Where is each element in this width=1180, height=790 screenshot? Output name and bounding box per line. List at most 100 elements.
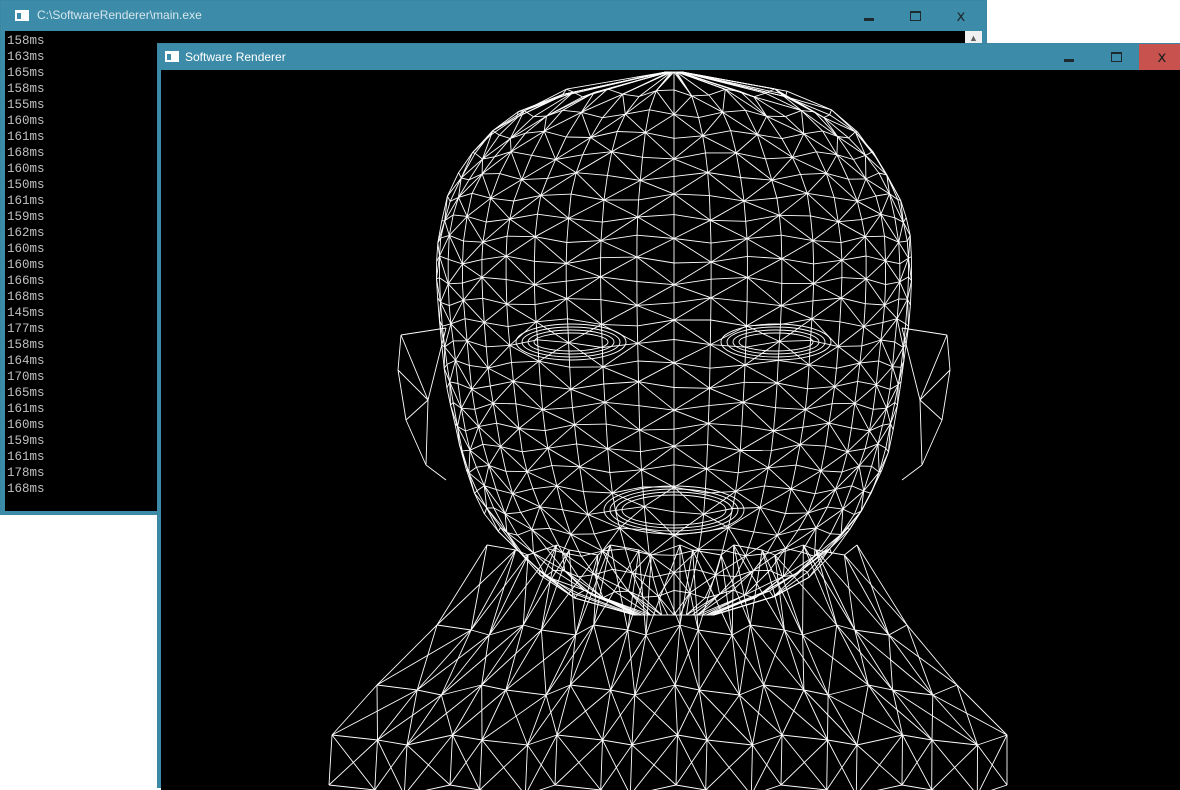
mesh-edge [605,402,640,430]
mesh-edge [674,298,711,303]
mesh-edge [674,96,692,115]
mesh-edge [711,262,747,277]
render-viewport[interactable] [161,70,1180,790]
mesh-edge [716,575,736,577]
console-line: 160ms [7,258,45,272]
maximize-button[interactable] [1093,44,1139,70]
mesh-edge [832,529,850,554]
maximize-button[interactable] [892,1,938,31]
mesh-edge [642,465,675,470]
console-line: 165ms [7,386,45,400]
mesh-edge [569,194,572,218]
mesh-edge [656,91,674,115]
mesh-edge [740,92,754,97]
mesh-edge [544,131,555,159]
mesh-edge [539,361,570,367]
mesh-edge [855,385,877,403]
mesh-edge [765,486,792,489]
mesh-edge [674,340,710,345]
mesh-edge [581,556,594,574]
mesh-edge [751,745,752,790]
mesh-edge [882,452,889,471]
mesh-edge [786,513,809,514]
console-line: 161ms [7,194,45,208]
mesh-edge [534,333,608,351]
mesh-edge [781,785,827,790]
mesh-edge [899,222,904,242]
mesh-edge [480,740,482,790]
mesh-edge [518,530,532,536]
mesh-edge [404,745,407,790]
mesh-edge [731,131,758,135]
mesh-edge [728,528,754,532]
console-line: 160ms [7,418,45,432]
mesh-edge [838,201,857,222]
mesh-edge [814,284,842,298]
minimize-button[interactable] [846,1,892,31]
mesh-edge [453,685,482,735]
minimize-button[interactable] [1046,44,1092,70]
mesh-edge [548,448,580,467]
mesh-edge [467,322,484,340]
mesh-edge [643,487,645,507]
close-button[interactable]: x [1139,44,1180,70]
mesh-edge [472,174,482,193]
mesh-edge [557,690,611,735]
mesh-edge [674,445,708,447]
mesh-edge [601,745,632,790]
mesh-edge [910,235,911,256]
mesh-edge [506,630,542,690]
mesh-edge [608,449,610,473]
render-window[interactable]: Software Renderer x [157,43,1180,788]
mesh-edge [841,237,865,243]
mesh-edge [674,345,710,363]
mesh-edge [555,740,603,785]
mesh-edge [804,131,823,134]
mesh-edge [680,625,698,630]
mesh-edge [830,529,850,548]
mesh-edge [541,545,556,630]
mesh-edge [552,466,557,486]
mesh-edge [467,341,488,368]
mesh-edge [378,690,418,740]
mesh-edge [885,236,886,261]
mesh-edge [837,625,869,685]
mesh-edge [483,222,486,242]
mesh-edge [705,469,706,493]
mesh-edge [501,447,528,472]
mesh-edge [522,155,532,179]
mesh-edge [601,241,637,257]
close-button[interactable]: x [938,1,984,31]
mesh-edge [744,382,777,383]
mesh-edge [448,264,462,284]
mesh-edge [482,630,542,685]
mesh-edge [630,745,632,790]
console-titlebar[interactable]: C:\SoftwareRenderer\main.exe x [1,1,986,31]
mesh-edge [811,319,812,341]
mesh-edge [826,155,837,174]
render-titlebar[interactable]: Software Renderer x [158,44,1180,70]
mesh-edge [781,235,813,240]
mesh-edge [527,466,552,472]
mesh-edge [907,625,957,685]
mesh-edge [532,155,556,159]
mesh-edge [864,304,866,327]
mesh-edge [764,685,804,690]
mesh-edge [329,740,378,785]
mesh-edge [472,386,491,389]
mesh-edge [569,343,603,348]
mesh-edge [862,327,864,346]
mesh-edge [699,549,723,550]
mesh-edge [491,198,514,201]
mesh-edge [601,300,637,306]
mesh-edge [521,512,532,529]
mesh-edge [521,507,540,513]
mesh-edge [467,341,469,366]
mesh-edge [838,322,840,347]
mesh-edge [568,319,569,343]
mesh-edge [608,449,642,470]
mesh-edge [831,534,842,535]
mesh-edge [826,423,829,446]
mesh-edge [866,173,879,179]
mesh-edge [398,335,401,370]
